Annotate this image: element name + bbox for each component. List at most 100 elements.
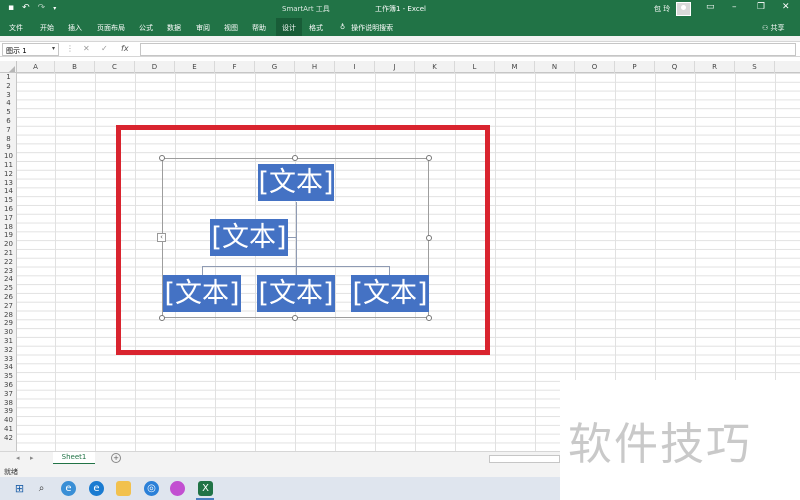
horizontal-scrollbar[interactable] xyxy=(489,455,560,463)
column-header[interactable]: L xyxy=(455,61,495,73)
column-header[interactable]: P xyxy=(615,61,655,73)
column-header[interactable]: B xyxy=(55,61,95,73)
column-header[interactable]: F xyxy=(215,61,255,73)
ribbon-display-icon[interactable]: ▭ xyxy=(706,2,715,12)
resize-handle-bottom-right[interactable] xyxy=(426,315,432,321)
column-header[interactable]: D xyxy=(135,61,175,73)
row-header[interactable]: 10 xyxy=(0,152,17,161)
tab-home[interactable]: 开始 xyxy=(40,23,54,33)
row-header[interactable]: 17 xyxy=(0,214,17,223)
tell-me-box[interactable]: ♁ 操作说明搜索 xyxy=(340,23,393,33)
row-header[interactable]: 41 xyxy=(0,425,17,434)
tab-formulas[interactable]: 公式 xyxy=(139,23,153,33)
row-header[interactable]: 3 xyxy=(0,91,17,100)
row-header[interactable]: 1 xyxy=(0,73,17,82)
smartart-node-child-2[interactable]: [文本] xyxy=(257,275,335,312)
resize-handle-top-left[interactable] xyxy=(159,155,165,161)
row-header[interactable]: 4 xyxy=(0,99,17,108)
row-header[interactable]: 7 xyxy=(0,126,17,135)
row-header[interactable]: 25 xyxy=(0,284,17,293)
resize-handle-top[interactable] xyxy=(292,155,298,161)
row-header[interactable]: 40 xyxy=(0,416,17,425)
avatar[interactable] xyxy=(676,2,691,16)
prev-sheet-icon[interactable]: ◂ xyxy=(16,454,20,462)
column-header[interactable]: H xyxy=(295,61,335,73)
row-header[interactable]: 12 xyxy=(0,170,17,179)
redo-icon[interactable]: ↷ xyxy=(38,3,46,14)
resize-handle-right[interactable] xyxy=(426,235,432,241)
edge-browser-icon[interactable]: e xyxy=(89,481,104,496)
column-header[interactable]: R xyxy=(695,61,735,73)
tab-insert[interactable]: 插入 xyxy=(68,23,82,33)
row-header[interactable]: 31 xyxy=(0,337,17,346)
row-header[interactable]: 6 xyxy=(0,117,17,126)
enter-icon[interactable]: ✓ xyxy=(101,44,108,53)
row-header[interactable]: 32 xyxy=(0,346,17,355)
next-sheet-icon[interactable]: ▸ xyxy=(30,454,34,462)
row-header[interactable]: 24 xyxy=(0,275,17,284)
windows-start-icon[interactable]: ⊞ xyxy=(12,481,27,496)
row-header[interactable]: 29 xyxy=(0,319,17,328)
undo-icon[interactable]: ↶ xyxy=(22,3,30,14)
row-header[interactable]: 9 xyxy=(0,143,17,152)
row-header[interactable]: 23 xyxy=(0,267,17,276)
minimize-icon[interactable]: – xyxy=(732,2,737,12)
column-header[interactable]: K xyxy=(415,61,455,73)
customize-toolbar-icon[interactable]: ▾ xyxy=(53,3,56,14)
row-header[interactable]: 27 xyxy=(0,302,17,311)
row-header[interactable]: 36 xyxy=(0,381,17,390)
column-header[interactable]: I xyxy=(335,61,375,73)
ie-browser-icon[interactable]: e xyxy=(61,481,76,496)
name-box[interactable]: 图示 1 ▾ xyxy=(2,43,59,56)
search-icon[interactable]: ⌕ xyxy=(34,481,49,496)
select-all-button[interactable] xyxy=(0,61,17,73)
row-header[interactable]: 37 xyxy=(0,390,17,399)
smartart-node-assistant[interactable]: [文本] xyxy=(210,219,288,256)
column-header[interactable]: O xyxy=(575,61,615,73)
tab-format[interactable]: 格式 xyxy=(309,23,323,33)
file-explorer-icon[interactable] xyxy=(116,481,131,496)
row-header[interactable]: 2 xyxy=(0,82,17,91)
column-header[interactable]: J xyxy=(375,61,415,73)
save-icon[interactable]: ▪ xyxy=(8,3,14,14)
tab-review[interactable]: 审阅 xyxy=(196,23,210,33)
row-header[interactable]: 42 xyxy=(0,434,17,443)
tab-file[interactable]: 文件 xyxy=(9,23,23,33)
smartart-node-top[interactable]: [文本] xyxy=(258,164,334,201)
browser-icon[interactable] xyxy=(170,481,185,496)
resize-handle-top-right[interactable] xyxy=(426,155,432,161)
add-sheet-icon[interactable]: + xyxy=(111,453,121,463)
row-header[interactable]: 38 xyxy=(0,399,17,408)
restore-icon[interactable]: ❐ xyxy=(757,2,765,12)
row-header[interactable]: 33 xyxy=(0,355,17,364)
excel-taskbar-icon[interactable]: X xyxy=(198,481,213,496)
tab-help[interactable]: 帮助 xyxy=(252,23,266,33)
row-header[interactable]: 26 xyxy=(0,293,17,302)
column-header[interactable]: G xyxy=(255,61,295,73)
insert-function-icon[interactable]: fx xyxy=(121,44,129,53)
tab-data[interactable]: 数据 xyxy=(167,23,181,33)
column-header[interactable]: E xyxy=(175,61,215,73)
column-header[interactable]: M xyxy=(495,61,535,73)
chevron-down-icon[interactable]: ▾ xyxy=(52,45,55,52)
row-header[interactable]: 11 xyxy=(0,161,17,170)
row-header[interactable]: 15 xyxy=(0,196,17,205)
resize-handle-bottom-left[interactable] xyxy=(159,315,165,321)
user-name[interactable]: 包 玲 xyxy=(654,4,670,14)
column-header[interactable]: C xyxy=(95,61,135,73)
tab-page-layout[interactable]: 页面布局 xyxy=(97,23,125,33)
row-header[interactable]: 22 xyxy=(0,258,17,267)
row-header[interactable]: 34 xyxy=(0,363,17,372)
column-header[interactable]: N xyxy=(535,61,575,73)
row-header[interactable]: 20 xyxy=(0,240,17,249)
row-header[interactable]: 30 xyxy=(0,328,17,337)
row-header[interactable]: 39 xyxy=(0,407,17,416)
row-header[interactable]: 18 xyxy=(0,223,17,232)
text-pane-toggle-icon[interactable]: ‹ xyxy=(157,233,166,242)
tab-design[interactable]: 设计 xyxy=(276,18,302,36)
column-header[interactable]: Q xyxy=(655,61,695,73)
row-header[interactable]: 35 xyxy=(0,372,17,381)
share-button[interactable]: ⚇ 共享 xyxy=(762,23,785,33)
row-header[interactable]: 13 xyxy=(0,179,17,188)
column-header[interactable]: S xyxy=(735,61,775,73)
